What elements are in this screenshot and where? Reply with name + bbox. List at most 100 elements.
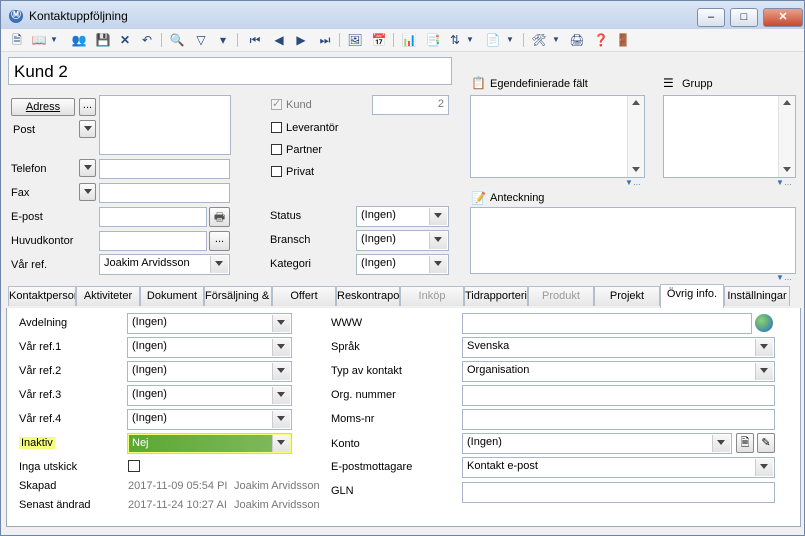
epost-field[interactable] bbox=[99, 207, 207, 227]
chevron-down-icon[interactable] bbox=[272, 387, 290, 404]
www-field[interactable] bbox=[462, 313, 752, 334]
tab-aktiviteter[interactable]: Aktiviteter bbox=[76, 286, 140, 306]
chevron-down-icon[interactable] bbox=[272, 411, 290, 428]
clear-filter-icon[interactable]: ▾ bbox=[215, 32, 231, 48]
filter-icon[interactable]: ▽ bbox=[193, 32, 209, 48]
inga-utskick-checkbox[interactable] bbox=[128, 460, 140, 472]
sprak-select[interactable]: Svenska bbox=[462, 337, 775, 358]
custom-fields-scrollbar[interactable] bbox=[627, 96, 644, 177]
telefon-dropdown[interactable] bbox=[79, 159, 96, 177]
var-ref4-select[interactable]: (Ingen) bbox=[127, 409, 292, 430]
org-nummer-field[interactable] bbox=[462, 385, 775, 406]
calendar-icon[interactable]: 📅 bbox=[371, 32, 387, 48]
chevron-down-icon[interactable] bbox=[429, 232, 447, 249]
tools-icon[interactable]: 🛠 bbox=[531, 32, 547, 48]
delete-icon[interactable]: ✕ bbox=[117, 32, 133, 48]
chevron-down-icon[interactable] bbox=[429, 256, 447, 273]
tab-projekt[interactable]: Projekt bbox=[594, 286, 660, 306]
tab-kontaktpersoner[interactable]: Kontaktpersoner bbox=[8, 286, 76, 306]
tab-offert[interactable]: Offert bbox=[272, 286, 336, 306]
leverantor-checkbox[interactable] bbox=[271, 122, 282, 133]
search-icon[interactable]: 🔍 bbox=[169, 32, 185, 48]
chart-icon[interactable]: 📊 bbox=[401, 32, 417, 48]
export-image-icon[interactable]: 🖼 bbox=[347, 32, 363, 48]
page-icon[interactable]: 📄 bbox=[485, 32, 501, 48]
open-book-icon[interactable]: 📖 bbox=[31, 32, 47, 48]
adress-browse-button[interactable]: ... bbox=[79, 98, 96, 116]
chevron-down-icon[interactable] bbox=[712, 435, 730, 452]
var-ref3-select[interactable]: (Ingen) bbox=[127, 385, 292, 406]
custom-fields-box[interactable] bbox=[470, 95, 645, 178]
first-record-icon[interactable]: ⏮ bbox=[247, 32, 263, 48]
privat-checkbox[interactable] bbox=[271, 166, 282, 177]
tab-reskontraposter[interactable]: Reskontraposter bbox=[336, 286, 400, 306]
konto-new-icon[interactable]: 🗎 bbox=[736, 433, 754, 453]
tools-dropdown-icon[interactable]: ▼ bbox=[551, 32, 561, 48]
gln-field[interactable] bbox=[462, 482, 775, 503]
report-icon[interactable]: 📑 bbox=[425, 32, 441, 48]
scroll-up-icon[interactable] bbox=[632, 100, 640, 105]
var-ref-select[interactable]: Joakim Arvidsson bbox=[99, 254, 230, 275]
anteckning-textarea[interactable] bbox=[470, 207, 796, 274]
fax-dropdown[interactable] bbox=[79, 183, 96, 201]
expand-icon[interactable]: ▼… bbox=[776, 178, 792, 187]
maximize-button[interactable]: □ bbox=[730, 8, 758, 27]
page-dropdown-icon[interactable]: ▼ bbox=[505, 32, 515, 48]
post-dropdown[interactable] bbox=[79, 120, 96, 138]
sort-dropdown-icon[interactable]: ▼ bbox=[465, 32, 475, 48]
globe-icon[interactable] bbox=[755, 314, 773, 332]
tab-installningar[interactable]: Inställningar bbox=[724, 286, 790, 306]
partner-checkbox[interactable] bbox=[271, 144, 282, 155]
kund-checkbox[interactable] bbox=[271, 97, 282, 110]
chevron-down-icon[interactable] bbox=[755, 363, 773, 380]
scroll-down-icon[interactable] bbox=[632, 167, 640, 172]
tab-dokument[interactable]: Dokument bbox=[140, 286, 204, 306]
scroll-up-icon[interactable] bbox=[783, 100, 791, 105]
typ-av-kontakt-select[interactable]: Organisation bbox=[462, 361, 775, 382]
chevron-down-icon[interactable] bbox=[755, 459, 773, 476]
var-ref2-select[interactable]: (Ingen) bbox=[127, 361, 292, 382]
chevron-down-icon[interactable] bbox=[755, 339, 773, 356]
address-textarea[interactable] bbox=[99, 95, 231, 155]
moms-nr-field[interactable] bbox=[462, 409, 775, 430]
last-record-icon[interactable]: ⏭ bbox=[317, 32, 333, 48]
kategori-select[interactable]: (Ingen) bbox=[356, 254, 449, 275]
undo-icon[interactable]: ↶ bbox=[139, 32, 155, 48]
exit-icon[interactable]: 🚪 bbox=[615, 32, 631, 48]
fax-field[interactable] bbox=[99, 183, 230, 203]
konto-edit-icon[interactable]: ✎ bbox=[757, 433, 775, 453]
var-ref1-select[interactable]: (Ingen) bbox=[127, 337, 292, 358]
save-icon[interactable]: 💾 bbox=[95, 32, 111, 48]
new-document-icon[interactable]: 🗎 bbox=[9, 32, 25, 48]
inaktiv-select[interactable]: Nej bbox=[127, 433, 292, 454]
sort-icon[interactable]: ⇅ bbox=[447, 32, 463, 48]
customer-name-field[interactable]: Kund 2 bbox=[8, 57, 452, 85]
chevron-down-icon[interactable] bbox=[272, 339, 290, 356]
adress-button[interactable]: Adress bbox=[11, 98, 75, 116]
tab-forsaljning[interactable]: Försäljning & Marknad bbox=[204, 286, 272, 306]
chevron-down-icon[interactable] bbox=[272, 315, 290, 332]
tab-ovrig-info[interactable]: Övrig info. bbox=[660, 284, 724, 308]
close-button[interactable]: ✕ bbox=[763, 8, 803, 27]
bransch-select[interactable]: (Ingen) bbox=[356, 230, 449, 251]
grupp-box[interactable] bbox=[663, 95, 796, 178]
chevron-down-icon[interactable] bbox=[429, 208, 447, 225]
telefon-field[interactable] bbox=[99, 159, 230, 179]
previous-record-icon[interactable]: ◀ bbox=[271, 32, 287, 48]
tab-tidrapportering[interactable]: Tidrapportering bbox=[464, 286, 528, 306]
chevron-down-icon[interactable] bbox=[272, 363, 290, 380]
send-email-icon[interactable]: 🖶 bbox=[209, 207, 230, 227]
expand-icon[interactable]: ▼… bbox=[625, 178, 641, 187]
chevron-down-icon[interactable] bbox=[210, 256, 228, 273]
chevron-down-icon[interactable] bbox=[272, 435, 290, 452]
avdelning-select[interactable]: (Ingen) bbox=[127, 313, 292, 334]
contacts-icon[interactable]: 👥 bbox=[71, 32, 87, 48]
open-dropdown-icon[interactable]: ▼ bbox=[49, 32, 59, 48]
print-icon[interactable]: 🖨 bbox=[569, 32, 585, 48]
minimize-button[interactable]: – bbox=[697, 8, 725, 27]
grupp-scrollbar[interactable] bbox=[778, 96, 795, 177]
status-select[interactable]: (Ingen) bbox=[356, 206, 449, 227]
epostmottagare-select[interactable]: Kontakt e-post bbox=[462, 457, 775, 478]
huvudkontor-field[interactable] bbox=[99, 231, 207, 251]
huvudkontor-browse-button[interactable]: ... bbox=[209, 231, 230, 251]
